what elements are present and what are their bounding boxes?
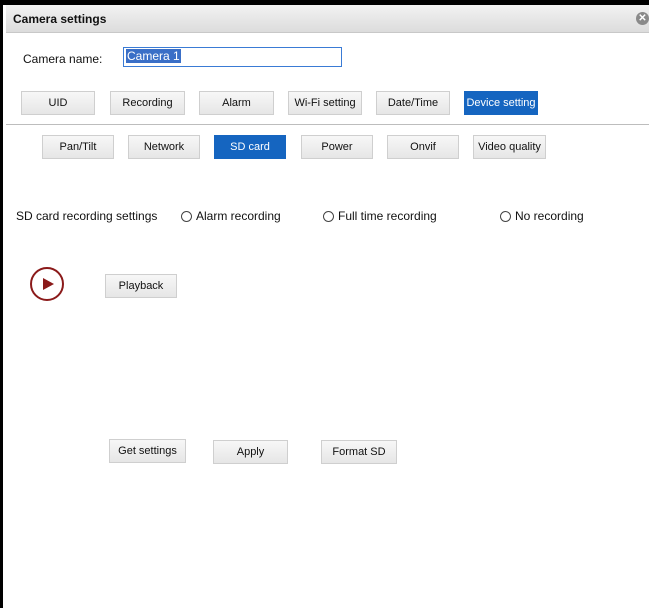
- tab-device-setting[interactable]: Device setting: [464, 91, 538, 115]
- tab-alarm[interactable]: Alarm: [199, 91, 274, 115]
- radio-full-time-recording-label: Full time recording: [338, 209, 437, 223]
- camera-name-input[interactable]: Camera 1: [123, 47, 342, 67]
- format-sd-button[interactable]: Format SD: [321, 440, 397, 464]
- radio-full-time-recording[interactable]: Full time recording: [323, 209, 437, 223]
- subtab-power[interactable]: Power: [301, 135, 373, 159]
- camera-settings-window: Camera settings ✕ Camera name: Camera 1 …: [0, 0, 649, 608]
- subtab-pan-tilt[interactable]: Pan/Tilt: [42, 135, 114, 159]
- sd-recording-label: SD card recording settings: [16, 209, 158, 223]
- close-icon[interactable]: ✕: [636, 12, 649, 25]
- window-title: Camera settings: [13, 12, 107, 26]
- apply-button[interactable]: Apply: [213, 440, 288, 464]
- subtab-network[interactable]: Network: [128, 135, 200, 159]
- tab-recording[interactable]: Recording: [110, 91, 185, 115]
- tab-uid[interactable]: UID: [21, 91, 95, 115]
- radio-circle: [500, 210, 511, 222]
- tab-wifi-setting[interactable]: Wi-Fi setting: [288, 91, 362, 115]
- tab-divider: [6, 124, 649, 125]
- camera-name-value: Camera 1: [126, 49, 181, 63]
- subtab-video-quality[interactable]: Video quality: [473, 135, 546, 159]
- camera-name-label: Camera name:: [23, 52, 103, 66]
- titlebar: Camera settings ✕: [6, 5, 649, 33]
- subtab-onvif[interactable]: Onvif: [387, 135, 459, 159]
- radio-alarm-recording-label: Alarm recording: [196, 209, 281, 223]
- subtab-sd-card[interactable]: SD card: [214, 135, 286, 159]
- play-icon[interactable]: [30, 267, 64, 301]
- radio-no-recording-label: No recording: [515, 209, 584, 223]
- get-settings-button[interactable]: Get settings: [109, 439, 186, 463]
- radio-circle: [323, 210, 334, 222]
- radio-circle: [181, 210, 192, 222]
- radio-alarm-recording[interactable]: Alarm recording: [181, 209, 281, 223]
- tab-date-time[interactable]: Date/Time: [376, 91, 450, 115]
- playback-button[interactable]: Playback: [105, 274, 177, 298]
- radio-no-recording[interactable]: No recording: [500, 209, 584, 223]
